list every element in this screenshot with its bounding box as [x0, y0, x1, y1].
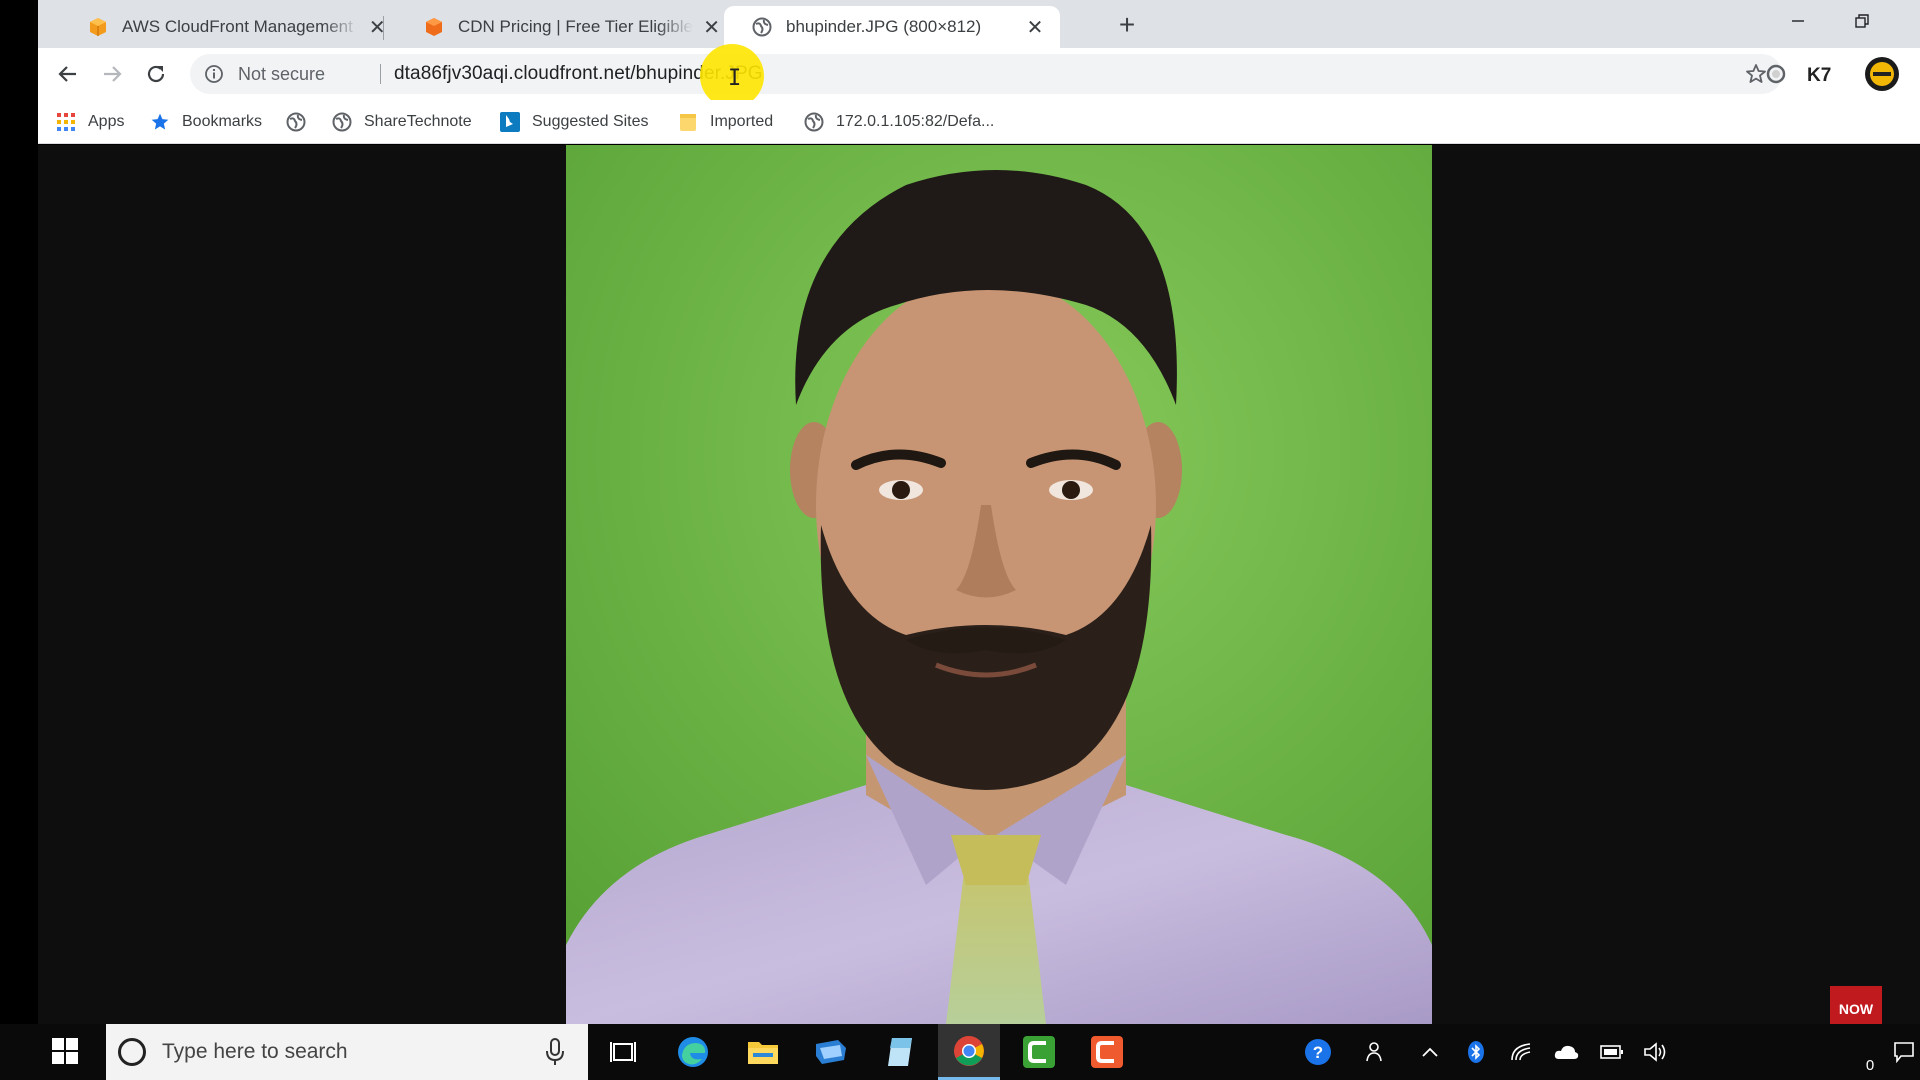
bookmark-label: Imported — [710, 113, 774, 130]
people-icon[interactable] — [1360, 1036, 1392, 1068]
bookmark-globe[interactable] — [286, 108, 318, 136]
browser-toolbar: Not secure dta86fjv30aqi.cloudfront.net/… — [38, 48, 1920, 100]
bookmark-apps[interactable]: Apps — [56, 108, 124, 136]
text-cursor-icon: I — [728, 66, 742, 91]
aws-box-icon — [424, 17, 444, 37]
help-icon[interactable]: ? — [1302, 1036, 1334, 1068]
globe-icon — [752, 17, 772, 37]
bookmark-sharetechnote[interactable]: ShareTechnote — [332, 108, 472, 136]
extension-circle-icon[interactable] — [1762, 60, 1790, 88]
svg-text:NOW: NOW — [1839, 1001, 1874, 1017]
tab-bhupinder-jpg[interactable]: bhupinder.JPG (800×812) ✕ — [724, 6, 1060, 48]
displayed-image[interactable] — [566, 145, 1432, 1024]
bookmark-label: Apps — [88, 113, 125, 130]
app-icon-notes[interactable] — [870, 1024, 932, 1080]
back-button[interactable] — [52, 58, 84, 90]
page-viewport — [38, 145, 1920, 1024]
bookmark-label: ShareTechnote — [364, 113, 472, 130]
microphone-icon[interactable] — [544, 1037, 566, 1067]
forward-button[interactable] — [96, 58, 128, 90]
globe-icon — [804, 112, 824, 132]
bookmarks-bar: Apps Bookmarks ShareTechnote Suggested S… — [38, 100, 1920, 144]
bookmark-bookmarks[interactable]: Bookmarks — [150, 108, 262, 136]
task-view-icon[interactable] — [592, 1024, 654, 1080]
reload-button[interactable] — [140, 58, 172, 90]
k7-extension-icon[interactable]: K7 — [1806, 60, 1834, 88]
globe-icon — [332, 112, 352, 132]
taskbar-search-box[interactable]: Type here to search — [106, 1024, 588, 1080]
file-explorer-icon[interactable] — [732, 1024, 794, 1080]
new-tab-button[interactable]: + — [1112, 9, 1142, 40]
cortana-icon — [118, 1038, 146, 1066]
close-icon[interactable]: ✕ — [703, 16, 720, 39]
apps-grid-icon — [56, 112, 76, 132]
tab-divider — [383, 16, 384, 40]
action-center-icon[interactable] — [1888, 1036, 1920, 1068]
bookmark-local-ip[interactable]: 172.0.1.105:82/Defa... — [804, 108, 994, 136]
tab-title: bhupinder.JPG (800×812) — [786, 17, 982, 36]
bookmark-label: 172.0.1.105:82/Defa... — [836, 113, 995, 130]
windows-start-button[interactable] — [52, 1038, 80, 1066]
restore-button[interactable] — [1842, 6, 1882, 36]
onedrive-cloud-icon[interactable] — [1550, 1036, 1582, 1068]
app-icon-blue[interactable] — [800, 1024, 862, 1080]
tab-aws-cloudfront[interactable]: AWS CloudFront Management Console ✕ — [60, 6, 400, 48]
svg-text:K7: K7 — [1807, 65, 1831, 85]
svg-text:?: ? — [1313, 1043, 1323, 1062]
camtasia-orange-icon[interactable] — [1076, 1024, 1138, 1080]
notification-count: 0 — [1865, 1057, 1875, 1074]
chrome-icon[interactable] — [938, 1024, 1000, 1080]
omnibox-divider — [380, 64, 381, 84]
bing-icon — [500, 112, 520, 132]
globe-icon — [286, 112, 306, 132]
bookmark-suggested-sites[interactable]: Suggested Sites — [500, 108, 649, 136]
portrait-photo — [566, 145, 1432, 1024]
bookmark-imported[interactable]: Imported — [678, 108, 773, 136]
info-icon[interactable] — [204, 64, 224, 84]
search-placeholder: Type here to search — [162, 1040, 348, 1063]
close-icon[interactable]: ✕ — [1024, 16, 1046, 39]
camtasia-green-icon[interactable] — [1008, 1024, 1070, 1080]
bookmark-label: Suggested Sites — [532, 113, 649, 130]
tab-title: AWS CloudFront Management Console — [122, 17, 359, 36]
aws-cube-icon — [88, 17, 108, 37]
security-label[interactable]: Not secure — [238, 64, 325, 85]
battery-icon[interactable] — [1596, 1036, 1628, 1068]
star-icon — [150, 112, 170, 132]
tab-cdn-pricing[interactable]: CDN Pricing | Free Tier Eligible, Pay-as… — [396, 6, 734, 48]
bookmark-label: Bookmarks — [182, 113, 263, 130]
left-black-strip — [0, 0, 38, 1024]
chevron-up-icon[interactable] — [1414, 1036, 1446, 1068]
tab-title: CDN Pricing | Free Tier Eligible, Pay-as… — [458, 17, 694, 36]
wifi-icon[interactable] — [1506, 1036, 1538, 1068]
windows-taskbar: Type here to search ? 0 — [0, 1024, 1920, 1080]
bluetooth-icon[interactable] — [1460, 1036, 1492, 1068]
volume-icon[interactable] — [1640, 1036, 1672, 1068]
tab-strip: AWS CloudFront Management Console ✕ CDN … — [38, 0, 1920, 48]
edge-browser-icon[interactable] — [662, 1024, 724, 1080]
minimize-button[interactable] — [1778, 6, 1818, 36]
address-bar[interactable]: Not secure dta86fjv30aqi.cloudfront.net/… — [190, 54, 1782, 94]
profile-avatar[interactable] — [1864, 56, 1900, 92]
folder-icon — [678, 112, 698, 132]
